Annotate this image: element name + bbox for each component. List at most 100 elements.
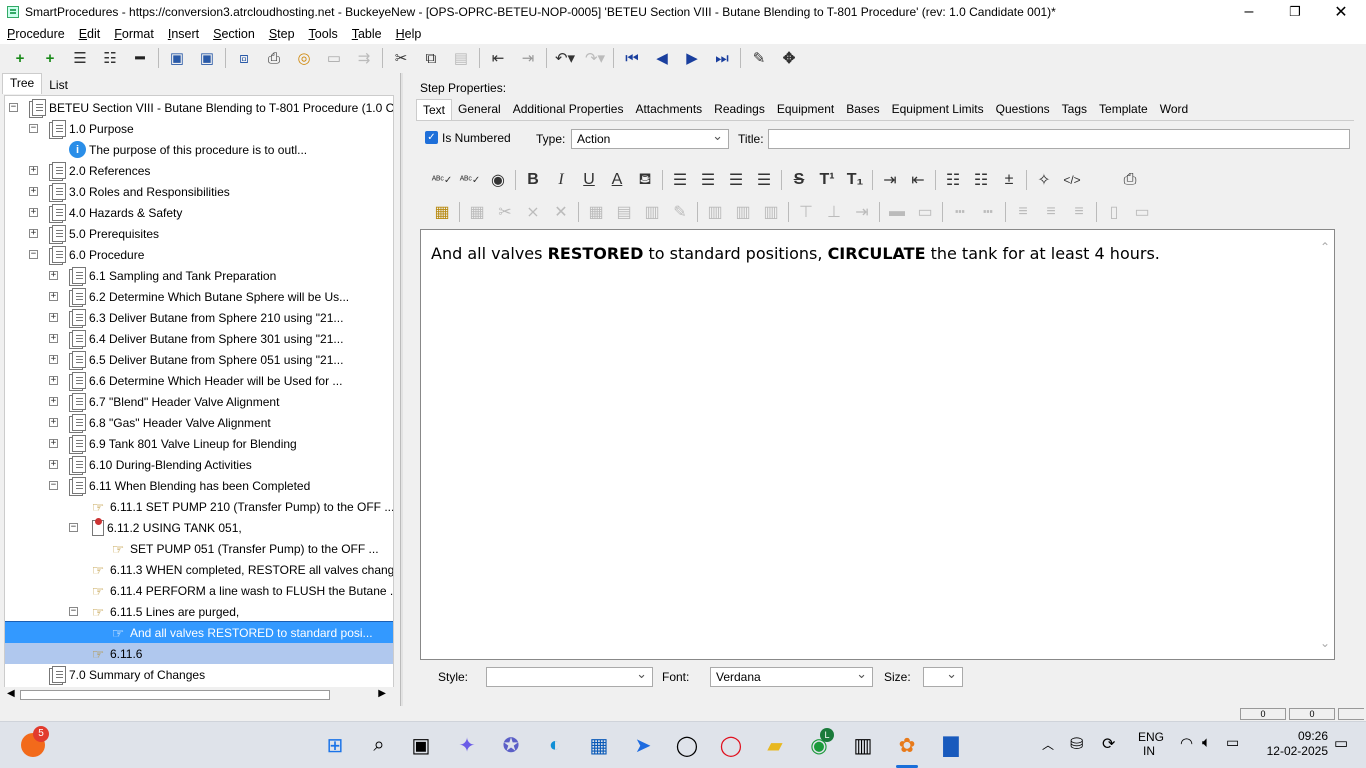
- resize-grip[interactable]: [1338, 708, 1364, 720]
- justify-icon[interactable]: ☰: [750, 168, 778, 192]
- minimize-button[interactable]: –: [1226, 0, 1272, 24]
- list-detail-icon[interactable]: ☷: [95, 46, 125, 70]
- expand-icon[interactable]: +: [49, 271, 58, 280]
- indent-icon[interactable]: ⇥: [876, 168, 904, 192]
- tree-node[interactable]: 6.5 Deliver Butane from Sphere 051 using…: [69, 349, 343, 370]
- globe-icon[interactable]: ◎: [289, 46, 319, 70]
- menu-section[interactable]: Section: [213, 27, 255, 41]
- print-icon[interactable]: ⎙: [259, 46, 289, 70]
- task-view-icon[interactable]: ▣: [406, 730, 436, 760]
- next-icon[interactable]: ▶: [677, 46, 707, 70]
- collapse-icon[interactable]: −: [29, 124, 38, 133]
- expand-icon[interactable]: +: [29, 208, 38, 217]
- is-numbered-checkbox[interactable]: ✓: [425, 131, 438, 144]
- strikethrough-icon[interactable]: S: [785, 168, 813, 192]
- expand-icon[interactable]: +: [49, 355, 58, 364]
- outdent-icon[interactable]: ⇥: [513, 46, 543, 70]
- numbered-list-icon[interactable]: ☷: [967, 168, 995, 192]
- expand-icon[interactable]: +: [49, 376, 58, 385]
- type-dropdown[interactable]: Action: [571, 128, 729, 149]
- expand-icon[interactable]: +: [49, 292, 58, 301]
- bullet-list-icon[interactable]: ☷: [939, 168, 967, 192]
- power-automate-icon[interactable]: ➤: [628, 730, 658, 760]
- spell-options-icon[interactable]: ᴬᴮᶜ✓: [456, 168, 484, 192]
- bold-icon[interactable]: B: [519, 168, 547, 192]
- move-icon[interactable]: ✥: [774, 46, 804, 70]
- highlight-icon[interactable]: ⛾: [631, 168, 659, 192]
- tree-node[interactable]: 5.0 Prerequisites: [49, 223, 159, 244]
- align-right-icon[interactable]: ☰: [722, 168, 750, 192]
- save-all-icon[interactable]: ▣: [162, 46, 192, 70]
- magic-wand-icon[interactable]: ✧: [1030, 168, 1058, 192]
- start-icon[interactable]: ⊞: [320, 730, 350, 760]
- spell-check-icon[interactable]: ᴬᴮᶜ✓: [428, 168, 456, 192]
- tree-node-selected[interactable]: ☞ And all valves RESTORED to standard pos…: [5, 621, 393, 644]
- tab-questions[interactable]: Questions: [990, 99, 1056, 120]
- previous-icon[interactable]: ◀: [647, 46, 677, 70]
- spell-check-icon[interactable]: ✎: [744, 46, 774, 70]
- menu-procedure[interactable]: Procedure: [7, 27, 65, 41]
- add-icon[interactable]: +: [5, 46, 35, 70]
- insert-field-icon[interactable]: ±: [995, 168, 1023, 192]
- tab-equipment-limits[interactable]: Equipment Limits: [886, 99, 990, 120]
- close-button[interactable]: ✕: [1318, 0, 1364, 24]
- publish-icon[interactable]: ⧈: [229, 46, 259, 70]
- tree-node[interactable]: 6.11.2 USING TANK 051,: [89, 517, 242, 538]
- size-dropdown[interactable]: [923, 666, 963, 687]
- last-icon[interactable]: ⏭: [707, 46, 737, 70]
- tree-node[interactable]: 6.8 "Gas" Header Valve Alignment: [69, 412, 271, 433]
- tab-readings[interactable]: Readings: [708, 99, 771, 120]
- expand-icon[interactable]: +: [49, 460, 58, 469]
- cut-icon[interactable]: ✂: [386, 46, 416, 70]
- tree-node[interactable]: ☞ 6.11.1 SET PUMP 210 (Transfer Pump) to …: [89, 496, 393, 517]
- print-icon[interactable]: ⎙: [1116, 168, 1144, 192]
- tree-node[interactable]: ☞ 6.11.5 Lines are purged,: [89, 601, 240, 622]
- font-color-icon[interactable]: A: [603, 168, 631, 192]
- tree-node[interactable]: 6.6 Determine Which Header will be Used …: [69, 370, 342, 391]
- scrollbar-thumb[interactable]: [20, 690, 330, 700]
- style-dropdown[interactable]: [486, 666, 653, 687]
- outdent-icon[interactable]: ⇤: [904, 168, 932, 192]
- collapse-icon[interactable]: −: [69, 523, 78, 532]
- tree-node[interactable]: 6.0 Procedure: [49, 244, 144, 265]
- tree-node[interactable]: BETEU Section VIII - Butane Blending to …: [29, 97, 393, 118]
- menu-step[interactable]: Step: [269, 27, 295, 41]
- first-icon[interactable]: ⏮: [617, 46, 647, 70]
- expand-icon[interactable]: +: [49, 439, 58, 448]
- tree-node[interactable]: 1.0 Purpose: [49, 118, 134, 139]
- list-icon[interactable]: ☰: [65, 46, 95, 70]
- text-editor[interactable]: And all valves RESTORED to standard posi…: [420, 229, 1335, 660]
- expand-icon[interactable]: +: [49, 397, 58, 406]
- file-explorer-icon[interactable]: ▰: [760, 730, 790, 760]
- tab-general[interactable]: General: [452, 99, 507, 120]
- show-hidden-icons-icon[interactable]: ︿: [1042, 736, 1054, 753]
- teams-icon[interactable]: ✪: [496, 730, 526, 760]
- collapse-icon[interactable]: −: [29, 250, 38, 259]
- menu-help[interactable]: Help: [396, 27, 422, 41]
- underline-icon[interactable]: U: [575, 168, 603, 192]
- font-dropdown[interactable]: Verdana: [710, 666, 873, 687]
- tree-node[interactable]: ☞ SET PUMP 051 (Transfer Pump) to the OFF…: [109, 538, 379, 559]
- collapse-icon[interactable]: −: [69, 607, 78, 616]
- menu-table[interactable]: Table: [352, 27, 382, 41]
- insert-table-icon[interactable]: ▦: [428, 200, 456, 224]
- scroll-up-icon[interactable]: ⌃: [1320, 240, 1330, 254]
- tab-text[interactable]: Text: [416, 99, 453, 120]
- tree-node[interactable]: 6.3 Deliver Butane from Sphere 210 using…: [69, 307, 343, 328]
- tree-node[interactable]: ☞ 6.11.4 PERFORM a line wash to FLUSH the…: [89, 580, 393, 601]
- tab-attachments[interactable]: Attachments: [629, 99, 708, 120]
- tree-node[interactable]: 3.0 Roles and Responsibilities: [49, 181, 230, 202]
- menu-insert[interactable]: Insert: [168, 27, 199, 41]
- tree-node[interactable]: 6.7 "Blend" Header Valve Alignment: [69, 391, 279, 412]
- notifications-icon[interactable]: ▭: [1334, 734, 1348, 752]
- clock[interactable]: 09:26 12-02-2025: [1267, 729, 1328, 759]
- html-source-icon[interactable]: </>: [1058, 168, 1086, 192]
- edge-icon[interactable]: ◐: [540, 730, 570, 760]
- weather-widget-icon[interactable]: 5: [18, 726, 49, 760]
- scroll-down-icon[interactable]: ⌄: [1320, 636, 1330, 650]
- volume-icon[interactable]: 🔈︎: [1202, 734, 1211, 751]
- tree-node[interactable]: 6.1 Sampling and Tank Preparation: [69, 265, 276, 286]
- menu-format[interactable]: Format: [114, 27, 154, 41]
- expand-icon[interactable]: +: [29, 187, 38, 196]
- expand-icon[interactable]: +: [49, 334, 58, 343]
